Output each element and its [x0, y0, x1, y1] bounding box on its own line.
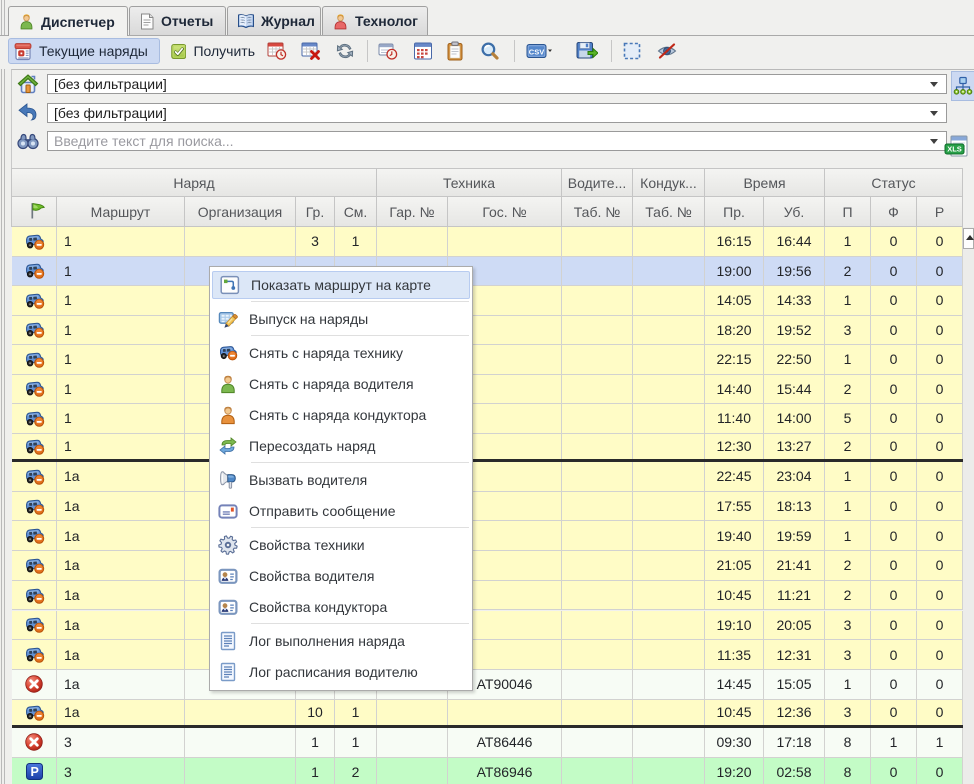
svg-text:P: P: [30, 765, 38, 779]
svg-text:XLS: XLS: [947, 145, 962, 154]
svg-text:CSV: CSV: [529, 48, 544, 57]
